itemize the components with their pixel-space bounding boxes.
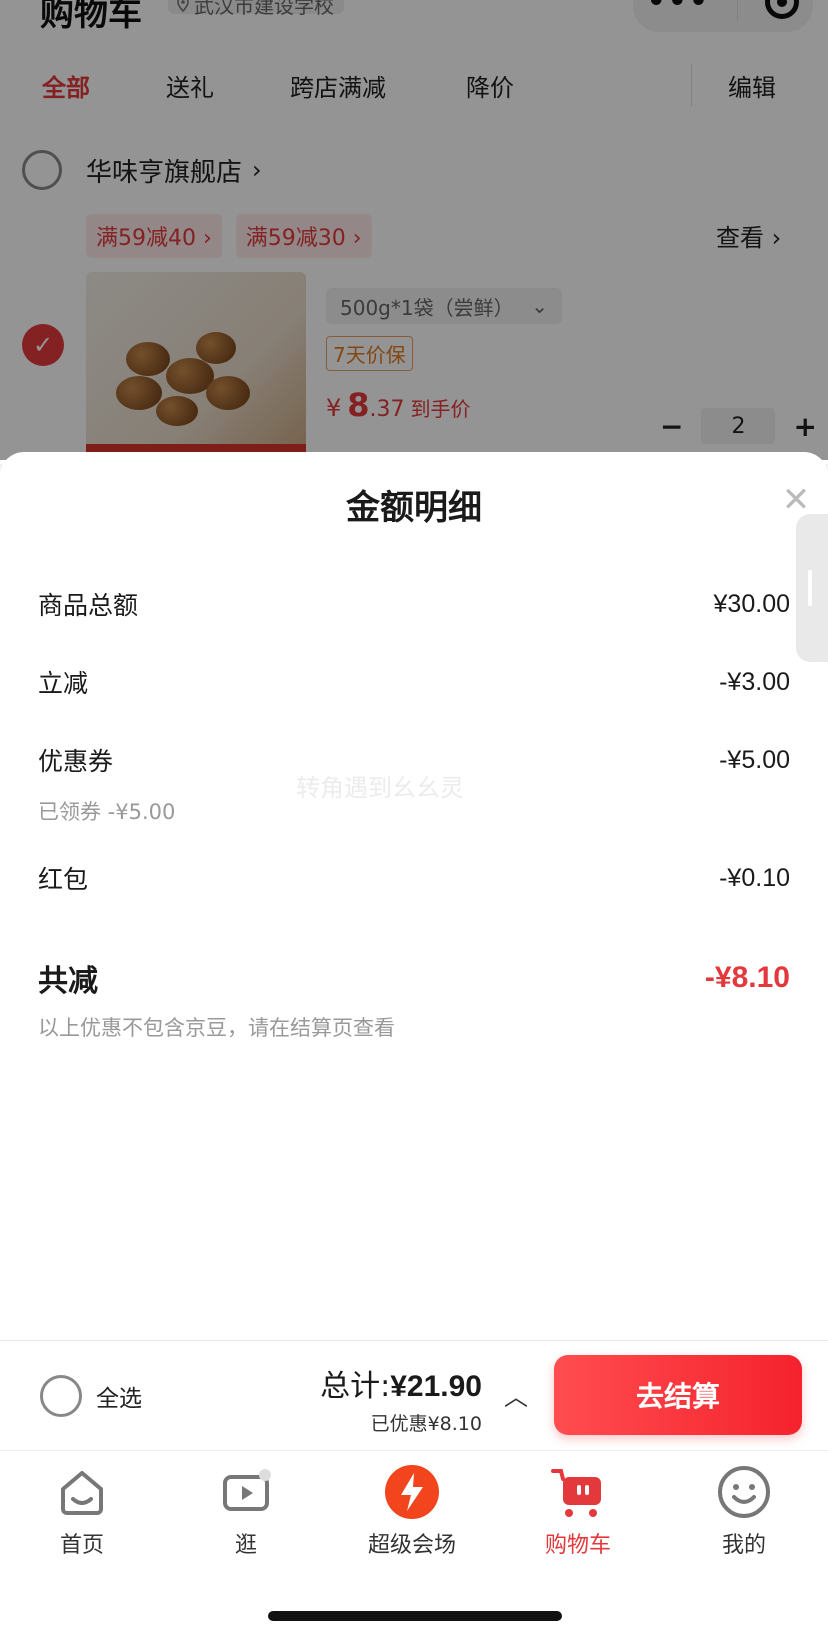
select-all[interactable]: 全选 <box>40 1375 142 1417</box>
tab-label: 逛 <box>234 1533 257 1558</box>
total-discount-value: -¥8.10 <box>704 961 790 994</box>
line-label: 商品总额 <box>38 591 139 620</box>
line-label: 红包 <box>38 865 89 894</box>
select-all-radio[interactable] <box>40 1375 82 1417</box>
checkout-button[interactable]: 去结算 <box>554 1355 802 1435</box>
line-label: 立减 <box>38 669 89 698</box>
line-value: -¥3.00 <box>719 667 790 696</box>
total-block[interactable]: 总计:¥21.90 已优惠¥8.10 <box>300 1361 482 1436</box>
select-all-label[interactable]: 全选 <box>96 1379 142 1413</box>
line-label: 优惠券 <box>38 747 114 776</box>
total-prefix: 总计: <box>320 1369 391 1404</box>
total-line: 总计:¥21.90 <box>300 1361 482 1405</box>
tab-super-venue[interactable]: 超级会场 <box>352 1463 472 1559</box>
tab-label: 我的 <box>721 1533 766 1558</box>
chevron-up-icon[interactable]: ︿ <box>504 1377 528 1412</box>
discount-footnote: 以上优惠不包含京豆，请在结算页查看 <box>38 1016 395 1040</box>
coupon-note: 已领券 -¥5.00 <box>38 800 176 824</box>
tab-profile[interactable]: 我的 <box>684 1463 804 1559</box>
total-amount: ¥21.90 <box>390 1370 482 1403</box>
amount-detail-sheet: 金额明细 ✕ 商品总额 ¥30.00 立减 -¥3.00 优惠券 -¥5.00 … <box>0 452 828 1340</box>
video-icon <box>217 1463 275 1521</box>
home-indicator <box>268 1611 562 1621</box>
cart-icon <box>549 1463 607 1521</box>
total-discount-label: 共减 <box>38 964 98 999</box>
tab-label: 购物车 <box>544 1533 611 1558</box>
side-drawer-handle[interactable] <box>796 514 828 662</box>
sheet-title: 金额明细 <box>346 488 482 528</box>
tab-label: 超级会场 <box>367 1533 456 1558</box>
tab-cart[interactable]: 购物车 <box>518 1463 638 1559</box>
line-item-red-packet: 红包 -¥0.10 <box>38 860 790 896</box>
line-value: -¥0.10 <box>719 863 790 892</box>
modal-backdrop[interactable] <box>0 0 828 460</box>
line-value: ¥30.00 <box>713 589 790 618</box>
line-item-total: 商品总额 ¥30.00 <box>38 586 790 622</box>
bottom-tab-bar: 首页 逛 超级会场 购物车 我的 <box>0 1450 828 1637</box>
tab-home[interactable]: 首页 <box>22 1463 142 1559</box>
watermark-text: 转角遇到幺幺灵 <box>296 774 464 802</box>
saved-amount: 已优惠¥8.10 <box>370 1413 482 1435</box>
checkout-bar: 全选 总计:¥21.90 已优惠¥8.10 ︿ 去结算 <box>0 1340 828 1450</box>
tab-label: 首页 <box>59 1533 104 1558</box>
tab-browse[interactable]: 逛 <box>186 1463 306 1559</box>
super-venue-icon <box>383 1463 441 1521</box>
total-discount-row: 共减 -¥8.10 <box>38 956 790 1000</box>
line-item-instant-discount: 立减 -¥3.00 <box>38 664 790 700</box>
home-icon <box>53 1463 111 1521</box>
smiley-icon <box>715 1463 773 1521</box>
line-value: -¥5.00 <box>719 745 790 774</box>
